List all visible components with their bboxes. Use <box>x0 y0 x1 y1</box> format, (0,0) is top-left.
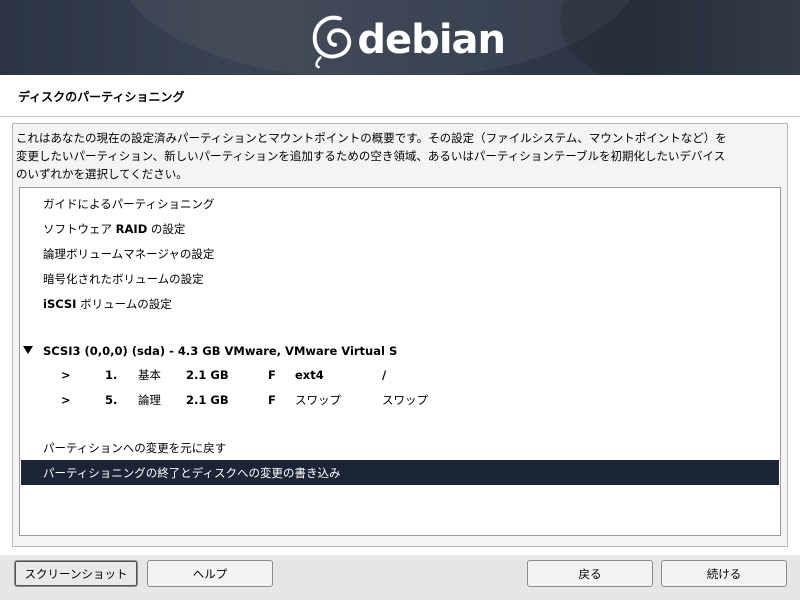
partition-mountpoint: スワップ <box>382 392 428 407</box>
partition-number: 5. <box>105 392 118 407</box>
collapse-triangle-icon <box>23 346 33 354</box>
back-button[interactable]: 戻る <box>527 560 653 587</box>
list-item-label: ソフトウェア RAID の設定 <box>43 221 186 236</box>
list-item-lvm[interactable]: 論理ボリュームマネージャの設定 <box>21 241 779 266</box>
list-item-encrypted-volumes[interactable]: 暗号化されたボリュームの設定 <box>21 266 779 291</box>
list-item-label: 論理ボリュームマネージャの設定 <box>43 246 215 261</box>
list-item-label: 暗号化されたボリュームの設定 <box>43 271 204 286</box>
partition-format-flag: F <box>268 392 276 407</box>
partition-type: 基本 <box>138 367 161 382</box>
partition-size: 2.1 GB <box>186 367 229 382</box>
help-button[interactable]: ヘルプ <box>147 560 273 587</box>
description-line: これはあなたの現在の設定済みパーティションとマウントポイントの概要です。その設定… <box>16 131 727 145</box>
partition-size: 2.1 GB <box>186 392 229 407</box>
list-item-label: パーティションへの変更を元に戻す <box>43 440 227 455</box>
title-divider <box>0 116 800 117</box>
description-line: のいずれかを選択してください。 <box>16 167 188 181</box>
partition-filesystem: スワップ <box>295 392 341 407</box>
partition-filesystem: ext4 <box>295 367 324 382</box>
list-item-disk-sda[interactable]: SCSI3 (0,0,0) (sda) - 4.3 GB VMware, VMw… <box>21 338 779 363</box>
list-item-label: ガイドによるパーティショニング <box>43 196 215 211</box>
list-item-finish-partitioning[interactable]: パーティショニングの終了とディスクへの変更の書き込み <box>21 460 779 485</box>
list-item-partition[interactable]: > 5. 論理 2.1 GB F スワップ スワップ <box>21 387 779 412</box>
debian-banner: debian <box>0 0 800 75</box>
debian-swirl-icon <box>312 15 352 69</box>
list-item-label: iSCSI ボリュームの設定 <box>43 296 172 311</box>
description-line: 変更したいパーティション、新しいパーティションを追加するための空き領域、あるいは… <box>16 149 726 163</box>
page-title: ディスクのパーティショニング <box>18 90 185 104</box>
description: これはあなたの現在の設定済みパーティションとマウントポイントの概要です。その設定… <box>16 129 786 183</box>
disk-label: SCSI3 (0,0,0) (sda) - 4.3 GB VMware, VMw… <box>43 343 398 358</box>
partition-arrow: > <box>61 367 71 382</box>
list-item-undo-changes[interactable]: パーティションへの変更を元に戻す <box>21 435 779 460</box>
partition-mountpoint: / <box>382 367 387 382</box>
list-item-software-raid[interactable]: ソフトウェア RAID の設定 <box>21 216 779 241</box>
banner-decoration <box>560 0 800 75</box>
list-item-guided-partitioning[interactable]: ガイドによるパーティショニング <box>21 191 779 216</box>
debian-logo-text: debian <box>357 17 506 63</box>
list-item-label: パーティショニングの終了とディスクへの変更の書き込み <box>43 465 341 480</box>
list-item-iscsi[interactable]: iSCSI ボリュームの設定 <box>21 291 779 316</box>
debian-logo: debian <box>305 6 506 70</box>
installer-main: ディスクのパーティショニング これはあなたの現在の設定済みパーティションとマウン… <box>0 75 800 555</box>
partition-format-flag: F <box>268 367 276 382</box>
partition-listbox[interactable]: ガイドによるパーティショニング ソフトウェア RAID の設定 論理ボリュームマ… <box>19 187 781 536</box>
partition-arrow: > <box>61 392 71 407</box>
partition-number: 1. <box>105 367 118 382</box>
continue-button[interactable]: 続ける <box>661 560 787 587</box>
partition-type: 論理 <box>138 392 161 407</box>
screenshot-button[interactable]: スクリーンショット <box>14 560 138 587</box>
list-item-partition[interactable]: > 1. 基本 2.1 GB F ext4 / <box>21 362 779 387</box>
